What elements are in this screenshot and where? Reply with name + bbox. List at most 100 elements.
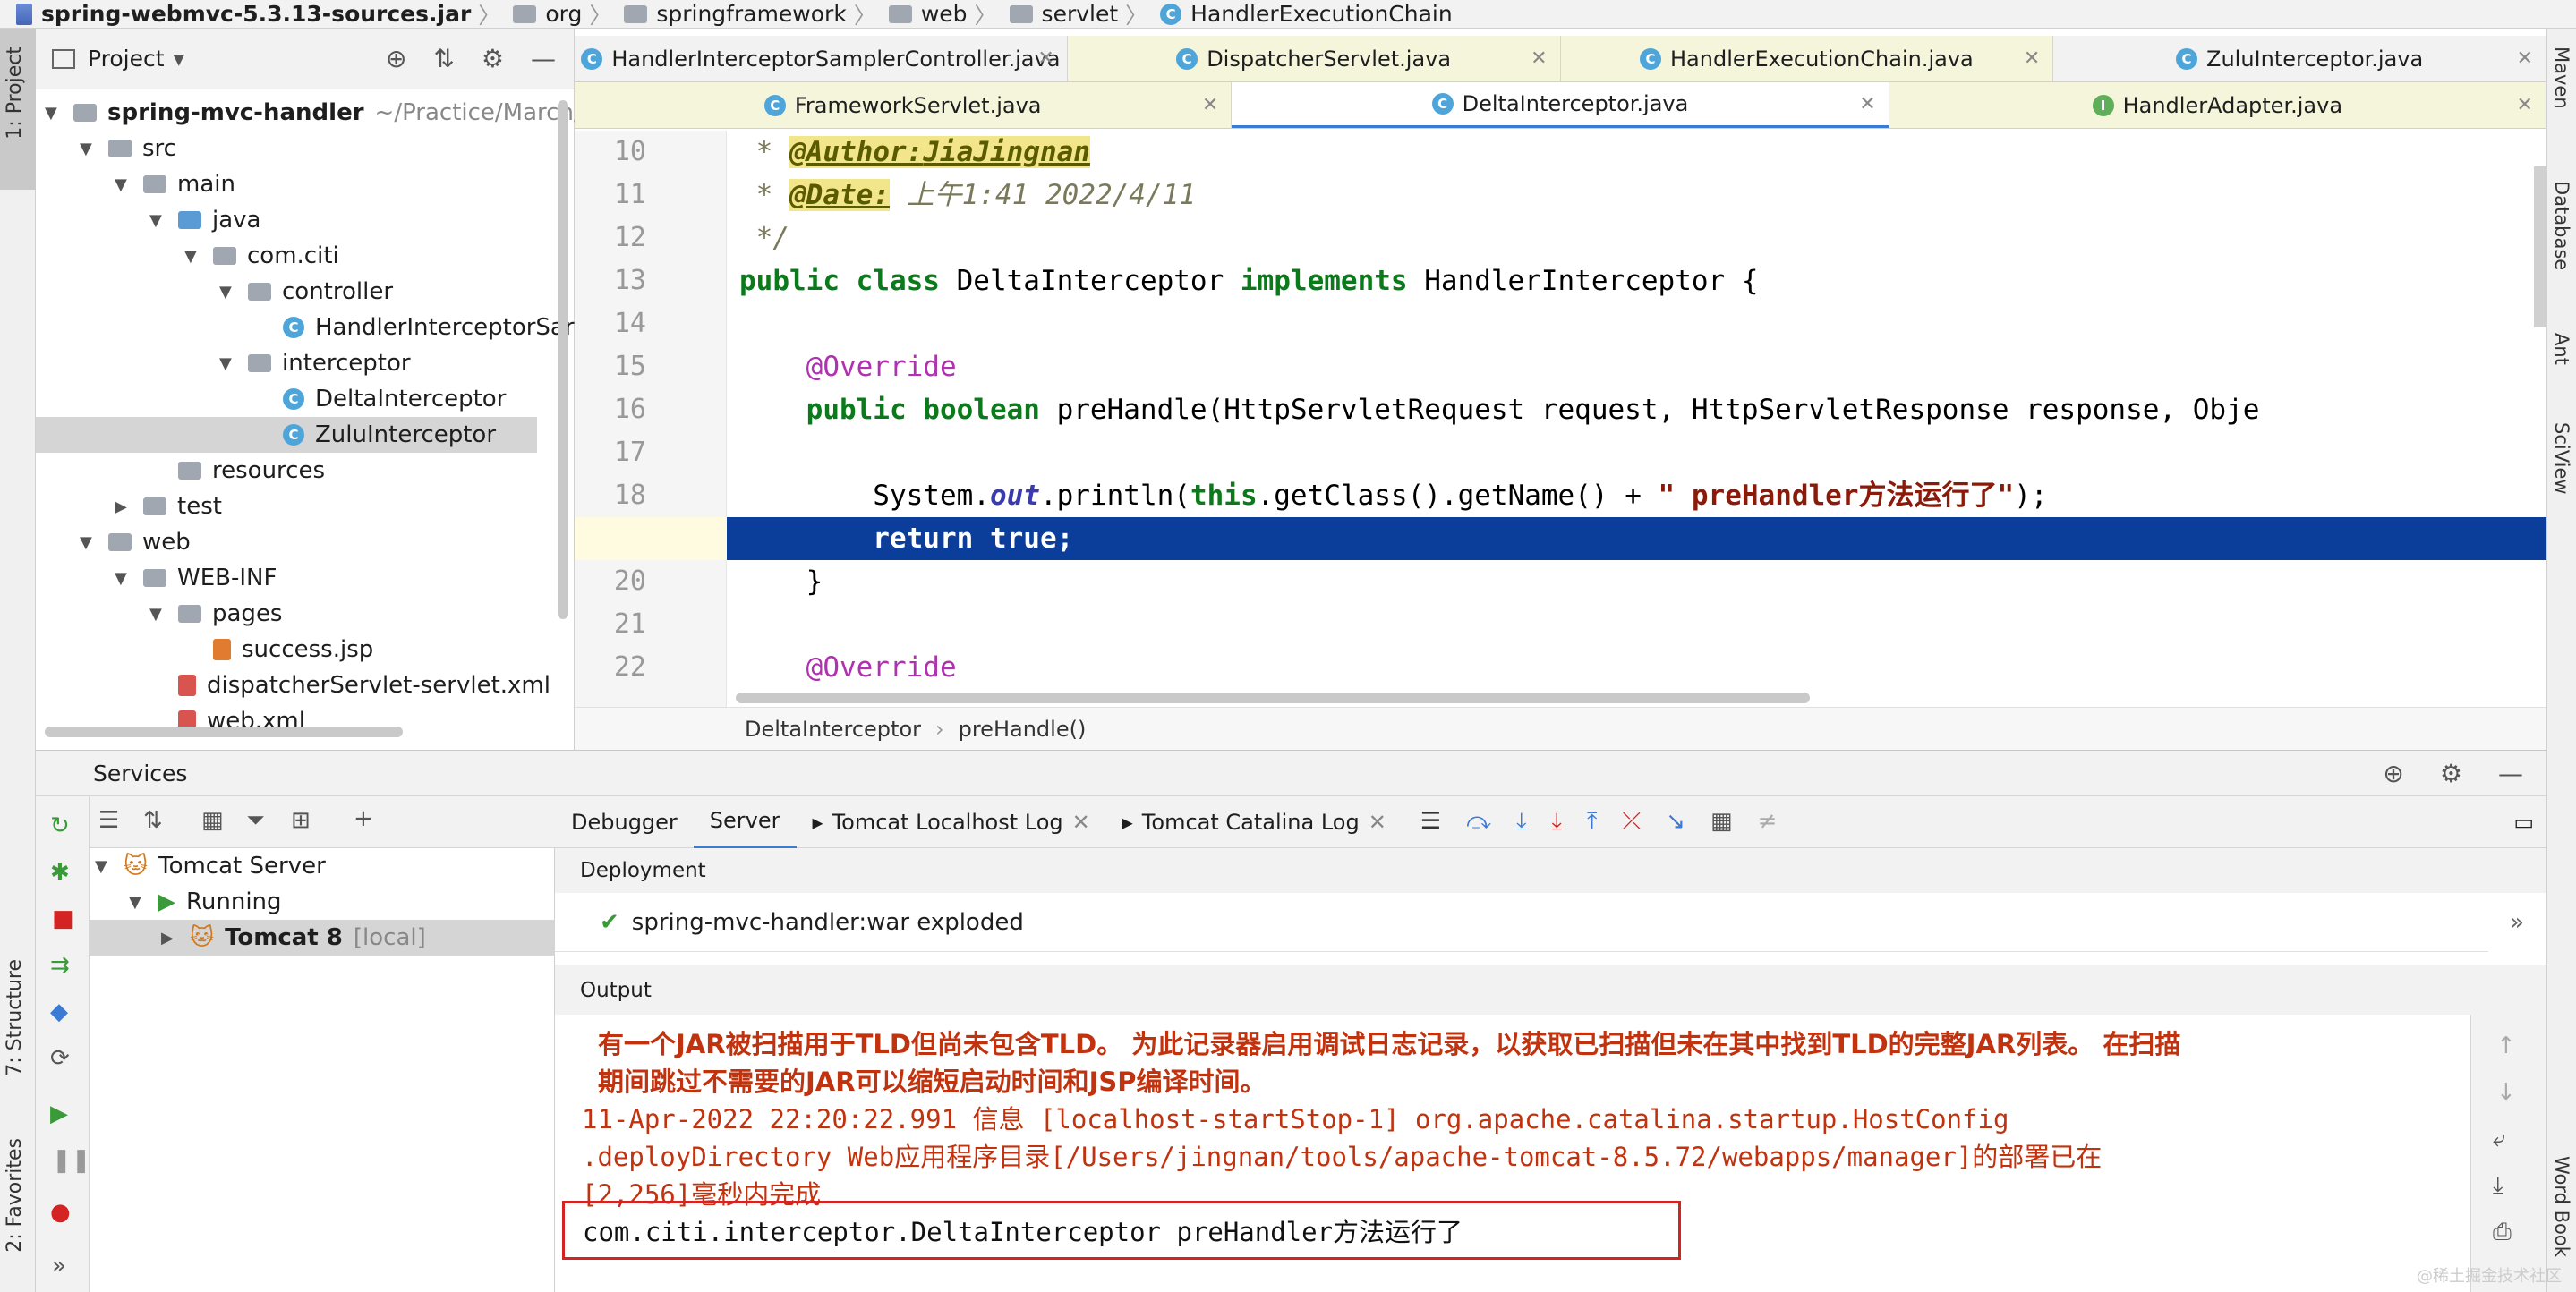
layout-icon[interactable]: ▭ (2513, 810, 2546, 835)
step-into-icon[interactable]: ⤓ (1516, 808, 1527, 836)
chevron-down-icon[interactable]: ▼ (184, 247, 202, 266)
tomcat8-node[interactable]: ▶ 🐱 Tomcat 8 [local] (90, 920, 555, 956)
project-tree-item[interactable]: dispatcherServlet-servlet.xml (149, 667, 550, 703)
editor-horizontal-scrollbar[interactable] (736, 693, 1810, 703)
tab-catalina-log[interactable]: ▸ Tomcat Catalina Log ✕ (1106, 796, 1403, 848)
breadcrumb-class[interactable]: C HandlerExecutionChain (1160, 1, 1453, 27)
wordbook-tool-tab[interactable]: Word Book (2551, 1156, 2572, 1257)
project-tree-item[interactable]: ▼ main (115, 166, 235, 202)
close-icon[interactable]: ✕ (1859, 93, 1875, 115)
breadcrumb-jar[interactable]: spring-webmvc-5.3.13-sources.jar (16, 1, 471, 27)
step-over-icon[interactable]: ⤼ (1466, 808, 1491, 836)
run-to-cursor-icon[interactable]: ↘ (1666, 808, 1685, 836)
database-tool-tab[interactable]: Database (2551, 181, 2572, 270)
project-tree-item[interactable]: C DeltaInterceptor (254, 381, 506, 417)
vertical-scrollbar[interactable] (558, 100, 568, 619)
tab-debugger[interactable]: Debugger (555, 796, 694, 848)
down-icon[interactable]: ↓ (2496, 1079, 2516, 1106)
breadcrumb-class[interactable]: DeltaInterceptor (745, 717, 921, 742)
expand-all-icon[interactable]: ☰ (98, 807, 119, 834)
expand-icon[interactable]: » (2510, 909, 2524, 936)
editor-tab[interactable]: I HandlerAdapter.java ✕ (1889, 82, 2546, 128)
project-tree-item[interactable]: ▼ controller (219, 274, 393, 310)
breadcrumb-web[interactable]: web (888, 1, 968, 27)
stop-icon[interactable]: ■ (52, 905, 74, 932)
project-tree-item[interactable]: success.jsp (184, 632, 373, 667)
project-tool-tab[interactable]: 1: Project (4, 47, 26, 140)
close-icon[interactable]: ✕ (1037, 47, 1053, 70)
locate-icon[interactable]: ⊕ (386, 44, 406, 73)
editor-tab[interactable]: C DeltaInterceptor.java ✕ (1232, 82, 1889, 128)
frames-icon[interactable]: ☰ (1420, 808, 1441, 836)
trace-icon[interactable]: ≠ (1758, 808, 1778, 836)
chevron-down-icon[interactable]: ▼ (219, 354, 237, 373)
chevron-down-icon[interactable]: ▼ (149, 605, 167, 624)
breakpoints-icon[interactable]: ● (50, 1199, 71, 1226)
chevron-down-icon[interactable]: ▼ (45, 104, 63, 123)
chevron-down-icon[interactable]: ▼ (115, 175, 132, 194)
editor-tab[interactable]: C DispatcherServlet.java ✕ (1067, 36, 1561, 81)
tomcat-server-node[interactable]: ▼ 🐱 Tomcat Server (95, 848, 326, 884)
editor-tab[interactable]: C HandlerInterceptorSamplerController.jav… (575, 36, 1068, 81)
project-tree-item[interactable]: C ZuluInterceptor (36, 417, 537, 453)
tab-localhost-log[interactable]: ▸ Tomcat Localhost Log ✕ (797, 796, 1106, 848)
sciview-tool-tab[interactable]: SciView (2551, 422, 2572, 495)
chevron-down-icon[interactable]: ▼ (80, 533, 98, 552)
close-icon[interactable]: ✕ (1369, 810, 1386, 835)
minimize-icon[interactable]: — (531, 44, 556, 73)
horizontal-scrollbar[interactable] (45, 727, 403, 737)
code-editor[interactable]: 10111213141516171819202122 * @Author:Jia… (575, 131, 2546, 707)
evaluate-icon[interactable]: ▦ (1710, 808, 1733, 836)
step-out-icon[interactable]: ⤒ (1587, 808, 1598, 836)
chevron-right-icon[interactable]: ▶ (115, 497, 132, 516)
tab-server[interactable]: Server (693, 796, 797, 848)
deployment-item[interactable]: spring-mvc-handler:war exploded (632, 909, 1024, 936)
close-icon[interactable]: ✕ (1202, 94, 1218, 116)
gear-icon[interactable]: ⚙ (482, 44, 504, 73)
add-service-icon[interactable]: ⊕ (2383, 759, 2403, 788)
breadcrumb-servlet[interactable]: servlet (1009, 1, 1118, 27)
favorites-tool-tab[interactable]: 2: Favorites (4, 1138, 26, 1253)
drop-frame-icon[interactable]: ⤫ (1622, 808, 1641, 836)
close-icon[interactable]: ✕ (2517, 94, 2533, 116)
new-tab-icon[interactable]: ⊞ (291, 807, 311, 834)
project-tree-item[interactable]: ▼ spring-mvc-handler ~/Practice/March/ (45, 95, 582, 131)
deploy-icon[interactable]: ⇉ (50, 952, 70, 979)
gear-icon[interactable]: ⚙ (2440, 759, 2462, 788)
add-icon[interactable]: + (354, 805, 373, 832)
structure-tool-tab[interactable]: 7: Structure (4, 959, 26, 1076)
breadcrumb-method[interactable]: preHandle() (959, 717, 1087, 742)
chevron-down-icon[interactable]: ▼ (219, 283, 237, 302)
maven-tool-tab[interactable]: Maven (2551, 47, 2572, 109)
close-icon[interactable]: ✕ (1072, 810, 1090, 835)
force-step-into-icon[interactable]: ⤓ (1551, 808, 1562, 836)
pause-icon[interactable]: ❚❚ (52, 1147, 91, 1174)
chevron-down-icon[interactable]: ▼ (80, 140, 98, 158)
editor-tab[interactable]: C HandlerExecutionChain.java ✕ (1560, 36, 2054, 81)
debug-icon[interactable]: ✱ (50, 859, 70, 886)
project-tree-item[interactable]: ▼ pages (149, 596, 282, 632)
close-icon[interactable]: ✕ (2024, 47, 2040, 70)
scroll-to-end-icon[interactable]: ⤓ (2493, 1172, 2503, 1200)
project-tree-item[interactable]: ▼ java (149, 202, 260, 238)
ant-tool-tab[interactable]: Ant (2551, 333, 2572, 365)
project-title[interactable]: Project (88, 46, 165, 72)
group-icon[interactable]: ▦ (201, 807, 224, 834)
resume-icon[interactable]: ▶ (50, 1101, 68, 1127)
editor-tab[interactable]: C FrameworkServlet.java ✕ (575, 82, 1233, 128)
rerun-icon[interactable]: ↻ (50, 812, 70, 839)
project-tree-item[interactable]: ▼ web (80, 524, 191, 560)
chevron-down-icon[interactable]: ▼ (115, 569, 132, 588)
breadcrumb-springframework[interactable]: springframework (624, 1, 847, 27)
collapse-all-icon[interactable]: ⇅ (143, 807, 163, 834)
artifact-icon[interactable]: ◆ (50, 999, 68, 1025)
project-tree-item[interactable]: C HandlerInterceptorSar (254, 310, 575, 345)
project-tree-item[interactable]: ▶ test (115, 489, 222, 524)
project-tree-item[interactable]: ▼ com.citi (184, 238, 339, 274)
project-tree-item[interactable]: ▼ WEB-INF (115, 560, 277, 596)
print-icon[interactable]: ⎙ (2493, 1219, 2512, 1246)
collapse-all-icon[interactable]: ⇅ (433, 44, 454, 73)
editor-vertical-scrollbar[interactable] (2534, 166, 2546, 327)
close-icon[interactable]: ✕ (2517, 47, 2533, 70)
output-console[interactable]: 有一个JAR被扫描用于TLD但尚未包含TLD。 为此记录器启用调试日志记录，以获… (555, 1015, 2470, 1292)
